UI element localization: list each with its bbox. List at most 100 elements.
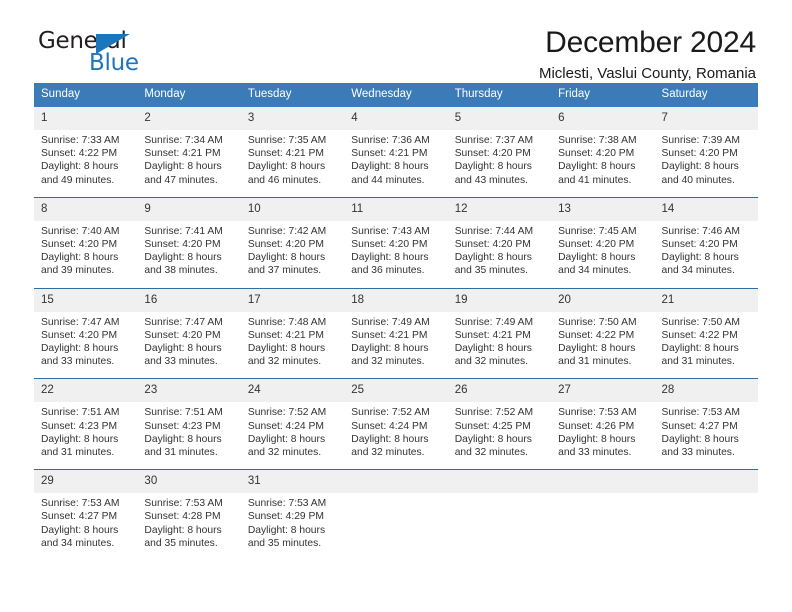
daylight-text-line1: Daylight: 8 hours <box>247 161 326 173</box>
day-cell[interactable]: 12 Sunrise: 7:44 AM Sunset: 4:20 PM Dayl… <box>447 196 552 289</box>
sunset-text: Sunset: 4:21 PM <box>247 148 324 160</box>
day-details: Sunrise: 7:34 AM Sunset: 4:21 PM Dayligh… <box>137 130 240 197</box>
day-cell[interactable]: 28 Sunrise: 7:53 AM Sunset: 4:27 PM Dayl… <box>654 378 758 470</box>
daylight-text-line2: and 36 minutes. <box>351 265 425 277</box>
sunset-text: Sunset: 4:23 PM <box>144 420 221 432</box>
sunset-text: Sunset: 4:28 PM <box>144 511 221 523</box>
day-number: 26 <box>447 379 552 403</box>
sunset-text: Sunset: 4:27 PM <box>661 420 738 432</box>
sunrise-text: Sunrise: 7:38 AM <box>558 135 637 146</box>
daylight-text-line1: Daylight: 8 hours <box>558 252 636 264</box>
day-cell[interactable]: 31 Sunrise: 7:53 AM Sunset: 4:29 PM Dayl… <box>240 469 345 561</box>
daylight-text-line1: Daylight: 8 hours <box>661 252 739 264</box>
day-cell[interactable]: 10 Sunrise: 7:42 AM Sunset: 4:20 PM Dayl… <box>240 196 345 289</box>
day-cell[interactable]: 27 Sunrise: 7:53 AM Sunset: 4:26 PM Dayl… <box>551 378 655 470</box>
day-details: Sunrise: 7:44 AM Sunset: 4:20 PM Dayligh… <box>448 221 551 288</box>
day-details: Sunrise: 7:43 AM Sunset: 4:20 PM Dayligh… <box>344 221 447 288</box>
day-number <box>344 470 448 494</box>
day-cell[interactable]: 29 Sunrise: 7:53 AM Sunset: 4:27 PM Dayl… <box>34 469 138 561</box>
sunset-text: Sunset: 4:23 PM <box>41 420 118 432</box>
daylight-text-line2: and 35 minutes. <box>247 537 322 549</box>
day-cell[interactable]: 30 Sunrise: 7:53 AM Sunset: 4:28 PM Dayl… <box>137 469 241 561</box>
day-details: Sunrise: 7:40 AM Sunset: 4:20 PM Dayligh… <box>34 221 137 288</box>
day-cell[interactable]: 18 Sunrise: 7:49 AM Sunset: 4:21 PM Dayl… <box>344 287 448 379</box>
sunrise-text: Sunrise: 7:34 AM <box>144 135 223 146</box>
sunrise-text: Sunrise: 7:40 AM <box>41 225 120 237</box>
day-cell[interactable]: 22 Sunrise: 7:51 AM Sunset: 4:23 PM Dayl… <box>34 378 138 470</box>
daylight-text-line2: and 37 minutes. <box>247 265 322 277</box>
day-number: 30 <box>137 470 241 494</box>
daylight-text-line1: Daylight: 8 hours <box>454 433 532 445</box>
page-subtitle: Miclesti, Vaslui County, Romania <box>538 65 756 82</box>
weekday-header-monday: Monday <box>137 83 241 107</box>
day-cell[interactable]: 9 Sunrise: 7:41 AM Sunset: 4:20 PM Dayli… <box>137 196 241 289</box>
day-details: Sunrise: 7:50 AM Sunset: 4:22 PM Dayligh… <box>655 312 758 379</box>
daylight-text-line1: Daylight: 8 hours <box>144 433 222 445</box>
day-cell[interactable]: 25 Sunrise: 7:52 AM Sunset: 4:24 PM Dayl… <box>344 378 448 470</box>
calendar-body: 1 Sunrise: 7:33 AM Sunset: 4:22 PM Dayli… <box>34 107 758 561</box>
day-cell[interactable]: 16 Sunrise: 7:47 AM Sunset: 4:20 PM Dayl… <box>137 287 241 379</box>
day-cell[interactable]: 8 Sunrise: 7:40 AM Sunset: 4:20 PM Dayli… <box>34 196 138 289</box>
daylight-text-line1: Daylight: 8 hours <box>41 343 119 355</box>
daylight-text-line1: Daylight: 8 hours <box>661 433 739 445</box>
day-cell[interactable]: 20 Sunrise: 7:50 AM Sunset: 4:22 PM Dayl… <box>551 287 655 379</box>
day-cell[interactable]: 19 Sunrise: 7:49 AM Sunset: 4:21 PM Dayl… <box>447 287 552 379</box>
day-details <box>344 493 447 507</box>
daylight-text-line1: Daylight: 8 hours <box>558 343 636 355</box>
sunrise-text: Sunrise: 7:41 AM <box>144 225 223 237</box>
day-number: 19 <box>447 288 552 312</box>
day-details: Sunrise: 7:46 AM Sunset: 4:20 PM Dayligh… <box>655 221 758 288</box>
calendar-header-row: Sunday Monday Tuesday Wednesday Thursday… <box>34 83 758 107</box>
daylight-text-line2: and 49 minutes. <box>41 174 115 186</box>
day-number: 12 <box>447 197 552 221</box>
day-cell[interactable]: 26 Sunrise: 7:52 AM Sunset: 4:25 PM Dayl… <box>447 378 552 470</box>
day-cell[interactable]: 2 Sunrise: 7:34 AM Sunset: 4:21 PM Dayli… <box>137 107 241 197</box>
day-cell[interactable]: 13 Sunrise: 7:45 AM Sunset: 4:20 PM Dayl… <box>551 196 655 289</box>
brand-logo[interactable]: General Blue <box>34 26 164 78</box>
day-cell[interactable]: 14 Sunrise: 7:46 AM Sunset: 4:20 PM Dayl… <box>654 196 758 289</box>
sunrise-text: Sunrise: 7:53 AM <box>247 498 327 510</box>
day-cell[interactable]: 21 Sunrise: 7:50 AM Sunset: 4:22 PM Dayl… <box>654 287 758 379</box>
day-details: Sunrise: 7:47 AM Sunset: 4:20 PM Dayligh… <box>34 312 137 379</box>
page-title: December 2024 <box>545 26 756 59</box>
daylight-text-line2: and 33 minutes. <box>661 447 735 459</box>
day-number: 11 <box>344 197 448 221</box>
day-cell[interactable]: 23 Sunrise: 7:51 AM Sunset: 4:23 PM Dayl… <box>137 378 241 470</box>
sunrise-text: Sunrise: 7:52 AM <box>351 407 430 419</box>
sunset-text: Sunset: 4:24 PM <box>351 420 428 432</box>
daylight-text-line1: Daylight: 8 hours <box>41 433 119 445</box>
sunrise-text: Sunrise: 7:45 AM <box>558 225 637 237</box>
sunset-text: Sunset: 4:20 PM <box>558 239 635 251</box>
daylight-text-line1: Daylight: 8 hours <box>144 252 222 264</box>
daylight-text-line1: Daylight: 8 hours <box>351 252 429 264</box>
sunrise-text: Sunrise: 7:36 AM <box>351 135 430 146</box>
day-cell[interactable]: 15 Sunrise: 7:47 AM Sunset: 4:20 PM Dayl… <box>34 287 138 379</box>
weekday-header-thursday: Thursday <box>447 83 552 107</box>
day-cell[interactable]: 17 Sunrise: 7:48 AM Sunset: 4:21 PM Dayl… <box>240 287 345 379</box>
day-number: 27 <box>551 379 655 403</box>
day-cell[interactable]: 1 Sunrise: 7:33 AM Sunset: 4:22 PM Dayli… <box>34 107 138 197</box>
daylight-text-line1: Daylight: 8 hours <box>558 433 636 445</box>
sunset-text: Sunset: 4:20 PM <box>144 329 221 341</box>
daylight-text-line2: and 41 minutes. <box>558 174 632 186</box>
sunset-text: Sunset: 4:27 PM <box>41 511 118 523</box>
sunrise-sunset-calendar: Sunday Monday Tuesday Wednesday Thursday… <box>34 83 758 561</box>
day-cell[interactable]: 4 Sunrise: 7:36 AM Sunset: 4:21 PM Dayli… <box>344 107 448 197</box>
calendar-week-row: 15 Sunrise: 7:47 AM Sunset: 4:20 PM Dayl… <box>34 287 758 379</box>
day-number: 6 <box>551 107 655 130</box>
daylight-text-line2: and 43 minutes. <box>454 174 528 186</box>
sunset-text: Sunset: 4:21 PM <box>351 148 428 160</box>
daylight-text-line2: and 35 minutes. <box>144 537 218 549</box>
daylight-text-line1: Daylight: 8 hours <box>247 252 326 264</box>
day-cell[interactable]: 6 Sunrise: 7:38 AM Sunset: 4:20 PM Dayli… <box>551 107 655 197</box>
sunset-text: Sunset: 4:26 PM <box>558 420 635 432</box>
day-cell[interactable]: 11 Sunrise: 7:43 AM Sunset: 4:20 PM Dayl… <box>344 196 448 289</box>
day-cell[interactable]: 5 Sunrise: 7:37 AM Sunset: 4:20 PM Dayli… <box>447 107 552 197</box>
day-cell[interactable]: 24 Sunrise: 7:52 AM Sunset: 4:24 PM Dayl… <box>240 378 345 470</box>
sunrise-text: Sunrise: 7:49 AM <box>351 316 430 328</box>
daylight-text-line2: and 38 minutes. <box>144 265 218 277</box>
day-cell[interactable]: 7 Sunrise: 7:39 AM Sunset: 4:20 PM Dayli… <box>654 107 758 197</box>
daylight-text-line1: Daylight: 8 hours <box>661 343 739 355</box>
day-cell[interactable]: 3 Sunrise: 7:35 AM Sunset: 4:21 PM Dayli… <box>240 107 345 197</box>
sunset-text: Sunset: 4:22 PM <box>661 329 738 341</box>
